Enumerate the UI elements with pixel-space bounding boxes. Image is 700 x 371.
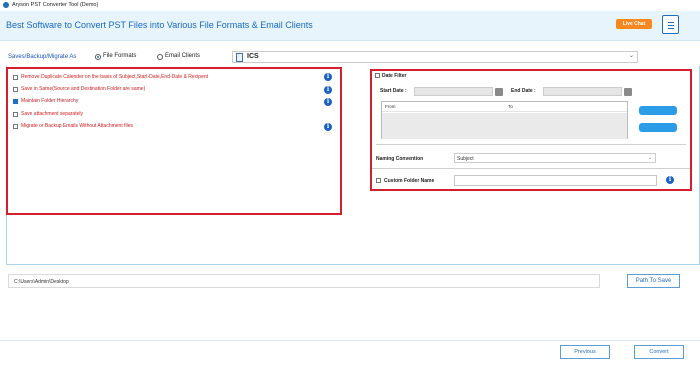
header-banner: Best Software to Convert PST Files into … xyxy=(0,11,700,41)
start-date-label: Start Date : xyxy=(380,88,407,94)
option-checkbox[interactable] xyxy=(13,112,18,117)
info-icon[interactable]: i xyxy=(324,86,332,94)
option-label: Migrate or Backup Emails Without Attachm… xyxy=(21,123,133,129)
divider xyxy=(372,168,690,169)
file-formats-label: File Formats xyxy=(103,53,137,59)
end-date-label: End Date : xyxy=(511,88,536,94)
grid-header: From To xyxy=(382,102,627,112)
hamburger-icon xyxy=(668,22,674,23)
option-checkbox[interactable] xyxy=(13,124,18,129)
date-filter-checkbox[interactable] xyxy=(375,73,380,78)
date-range-grid: From To xyxy=(381,101,628,139)
custom-folder-label: Custom Folder Name xyxy=(384,178,435,184)
file-formats-radio[interactable] xyxy=(95,54,101,60)
grid-body xyxy=(382,113,627,139)
path-to-save-button[interactable]: Path To Save xyxy=(627,274,680,288)
naming-convention-value: Subject xyxy=(457,155,474,162)
date-filter-label: Date Filter xyxy=(382,73,407,79)
add-date-button[interactable] xyxy=(639,106,677,115)
hamburger-icon-line xyxy=(668,25,674,26)
divider xyxy=(376,144,686,145)
app-logo-icon xyxy=(3,2,9,8)
format-select[interactable]: ICS ⌄ xyxy=(232,51,638,63)
info-icon[interactable]: i xyxy=(666,176,674,184)
calendar-icon[interactable] xyxy=(495,88,503,96)
option-label: Save in Same(Source and Destination Fold… xyxy=(21,86,146,92)
chevron-down-icon: ⌄ xyxy=(647,155,652,161)
end-date-field[interactable] xyxy=(543,87,622,96)
naming-convention-select[interactable]: Subject ⌄ xyxy=(454,153,656,163)
live-chat-button[interactable]: Live Chat xyxy=(616,19,652,29)
info-icon[interactable]: i xyxy=(324,73,332,81)
naming-convention-label: Naming Convention xyxy=(376,156,424,162)
custom-folder-checkbox[interactable] xyxy=(376,178,381,183)
option-checkbox[interactable] xyxy=(13,75,18,80)
option-label: Save attachment separately xyxy=(21,111,83,117)
info-icon[interactable]: i xyxy=(324,98,332,106)
option-label: Remove Duplicate Calender on the basis o… xyxy=(21,74,209,80)
option-label: Maintain Folder Hierarchy xyxy=(21,98,79,104)
option-checkbox[interactable] xyxy=(13,87,18,92)
chevron-down-icon: ⌄ xyxy=(628,53,634,59)
window-title: Aryson PST Converter Tool (Demo) xyxy=(12,1,99,8)
email-clients-label: Email Clients xyxy=(165,53,201,59)
option-checkbox[interactable] xyxy=(13,99,18,104)
headline: Best Software to Convert PST Files into … xyxy=(6,20,313,30)
save-path-input[interactable]: C:\Users\Admin\Desktop xyxy=(8,274,600,288)
hamburger-icon-line xyxy=(668,28,674,29)
document-icon xyxy=(236,53,243,62)
email-clients-radio[interactable] xyxy=(157,54,163,60)
info-icon[interactable]: i xyxy=(324,123,332,131)
convert-button[interactable]: Convert xyxy=(634,345,684,359)
save-path-value: C:\Users\Admin\Desktop xyxy=(14,279,69,285)
window-title-bar: Aryson PST Converter Tool (Demo) xyxy=(0,0,700,10)
previous-button[interactable]: Previous xyxy=(560,345,610,359)
custom-folder-input[interactable] xyxy=(454,175,657,186)
menu-button[interactable] xyxy=(662,15,679,34)
remove-date-button[interactable] xyxy=(639,123,677,132)
format-select-value: ICS xyxy=(247,53,259,60)
to-column-header: To xyxy=(508,104,513,109)
calendar-icon[interactable] xyxy=(624,88,632,96)
start-date-field[interactable] xyxy=(414,87,493,96)
from-column-header: From xyxy=(385,104,396,109)
footer-divider xyxy=(0,340,700,341)
saves-as-label: Saves/Backup/Migrate As xyxy=(8,54,77,60)
